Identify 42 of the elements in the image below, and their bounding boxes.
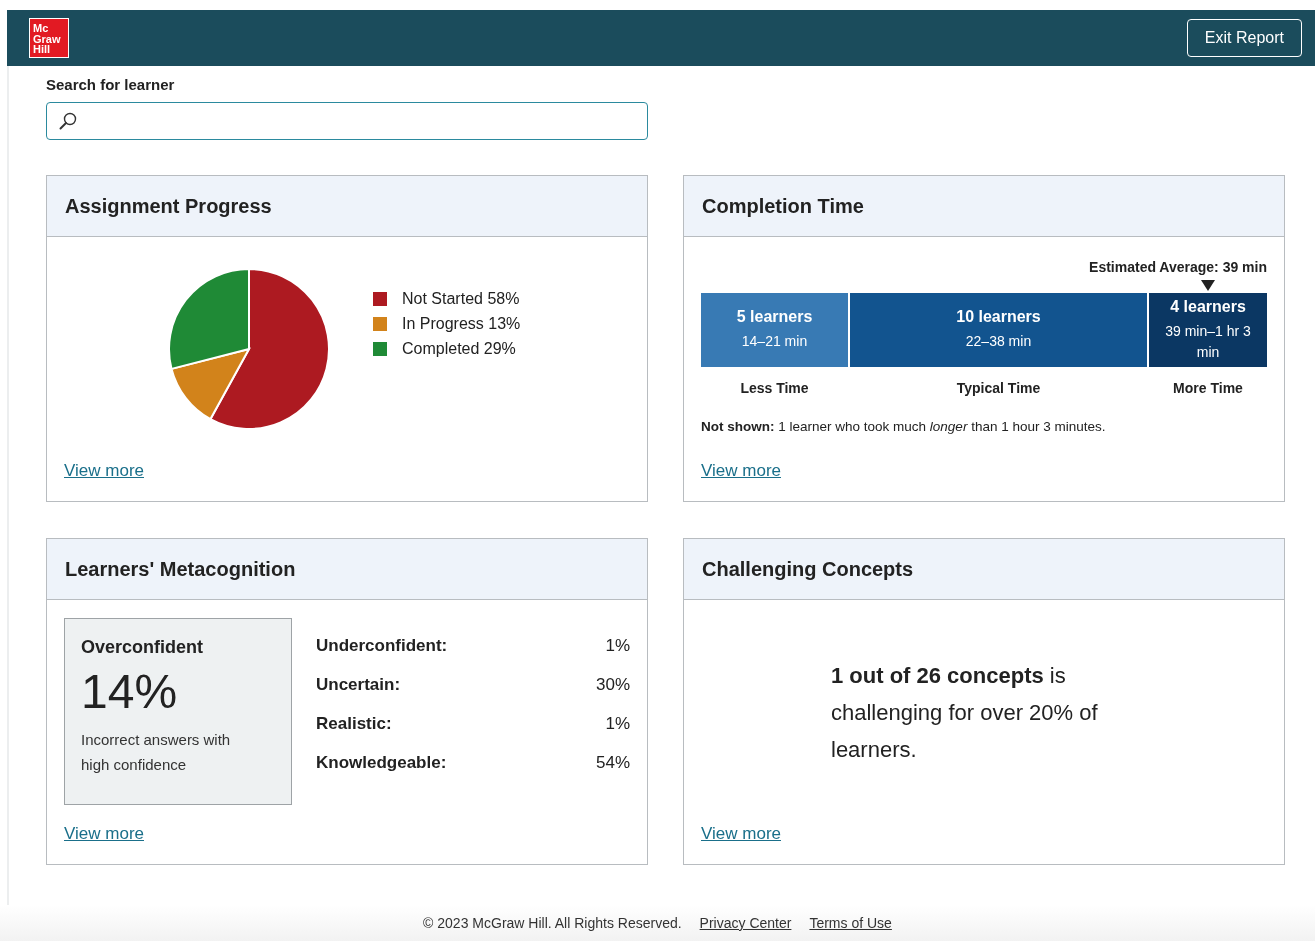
card-title: Challenging Concepts bbox=[702, 557, 914, 581]
view-more-link[interactable]: View more bbox=[64, 824, 144, 844]
average-label: Estimated Average: 39 min bbox=[1089, 259, 1267, 275]
logo: Mc Graw Hill bbox=[29, 18, 69, 58]
segment-range: 14–21 min bbox=[740, 332, 809, 351]
search-field[interactable] bbox=[46, 102, 648, 140]
segment-count: 10 learners bbox=[956, 308, 1041, 326]
card-title: Assignment Progress bbox=[65, 194, 272, 218]
segment-label: More Time bbox=[1173, 380, 1243, 396]
exit-report-button[interactable]: Exit Report bbox=[1186, 19, 1302, 57]
card-title: Completion Time bbox=[702, 194, 864, 218]
view-more-link[interactable]: View more bbox=[701, 461, 781, 481]
legend-label: In Progress 13% bbox=[402, 315, 521, 333]
concepts-summary: 1 out of 26 concepts is challenging for over 20% of learners. bbox=[831, 661, 1099, 764]
segment-count: 5 learners bbox=[736, 308, 813, 326]
segment-count: 4 learners bbox=[1170, 297, 1246, 316]
category-label: Knowledgeable: bbox=[316, 753, 447, 773]
category-value: 54% bbox=[595, 753, 630, 773]
segment-label: Typical Time bbox=[956, 380, 1041, 396]
not-shown-note: Not shown: 1 learner who took much longer than 1 hour 3 minutes. bbox=[701, 419, 1107, 434]
card-title: Learners' Metacognition bbox=[65, 557, 296, 581]
footer-link[interactable]: Privacy Center bbox=[699, 915, 792, 931]
view-more-link[interactable]: View more bbox=[701, 824, 781, 844]
category-value: 1% bbox=[605, 636, 630, 656]
highlight-label: Overconfident bbox=[81, 637, 205, 658]
category-label: Underconfident: bbox=[316, 636, 448, 656]
view-more-link[interactable]: View more bbox=[64, 461, 144, 481]
footer-link[interactable]: Terms of Use bbox=[809, 915, 892, 931]
highlight-description: Incorrect answers with high confidence bbox=[81, 730, 232, 775]
segment-range: 22–38 min bbox=[964, 332, 1033, 351]
legend-label: Not Started 58% bbox=[402, 290, 520, 308]
segment-label: Less Time bbox=[740, 380, 809, 396]
category-label: Realistic: bbox=[316, 714, 392, 734]
highlight-value: 14% bbox=[81, 664, 179, 719]
category-value: 1% bbox=[605, 714, 630, 734]
category-value: 30% bbox=[595, 675, 630, 695]
category-label: Uncertain: bbox=[316, 675, 401, 695]
search-icon bbox=[58, 111, 78, 131]
legend-label: Completed 29% bbox=[402, 340, 516, 358]
copyright-text: © 2023 McGraw Hill. All Rights Reserved. bbox=[423, 915, 682, 931]
segment-range: 39 min–1 hr 3 min bbox=[1164, 321, 1252, 362]
search-label: Search for learner bbox=[46, 76, 176, 93]
